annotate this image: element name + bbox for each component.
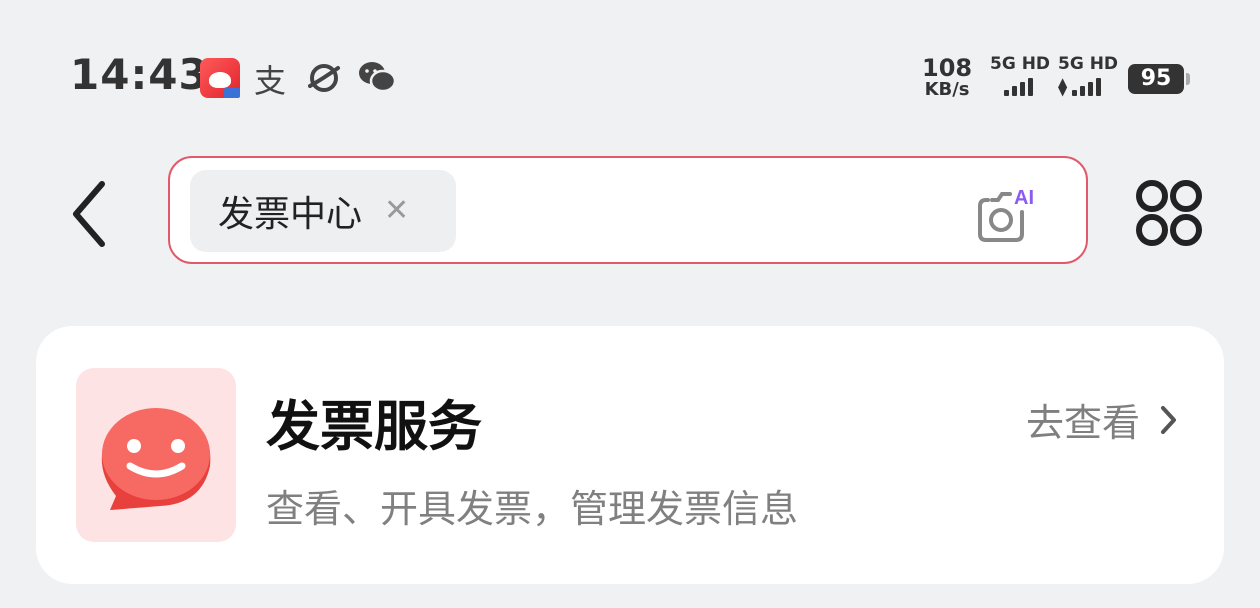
- chat-face-icon: [101, 408, 211, 510]
- more-button[interactable]: [1134, 178, 1206, 250]
- network-speed-unit: KB/s: [924, 79, 970, 100]
- search-chip-label: 发票中心: [218, 194, 363, 235]
- network-speed-value: 108: [922, 54, 973, 82]
- wechat-icon: [359, 62, 396, 93]
- view-link-label: 去查看: [1025, 401, 1140, 445]
- sim1-signal: 5G HD: [990, 54, 1050, 96]
- service-icon-tile: [76, 368, 236, 542]
- close-icon[interactable]: ✕: [384, 196, 409, 226]
- search-bar[interactable]: 发票中心 ✕ AI: [168, 156, 1088, 264]
- planet-icon: [308, 64, 340, 92]
- chevron-right-icon: [1161, 405, 1176, 434]
- network-speed: 108 KB/s: [922, 56, 972, 100]
- view-link[interactable]: 去查看: [1026, 392, 1178, 447]
- back-button[interactable]: [62, 176, 118, 252]
- news-app-icon: [200, 58, 240, 98]
- search-chip[interactable]: 发票中心 ✕: [190, 170, 456, 252]
- status-bar: 14:43 支 108 KB/s 5G HD 5G HD ▲ ▼ 95: [0, 0, 1260, 150]
- service-title: 发票服务: [266, 395, 482, 458]
- chevron-left-icon: [73, 181, 105, 247]
- battery-icon: 95: [1128, 64, 1190, 94]
- sim2-signal: 5G HD ▲ ▼: [1058, 54, 1119, 98]
- service-description: 查看、开具发票，管理发票信息: [266, 487, 799, 531]
- status-time: 14:43: [70, 50, 209, 99]
- ai-camera-icon: AI: [978, 187, 1034, 242]
- signal-bars-icon: ▲ ▼: [1058, 75, 1118, 98]
- sim1-label: 5G HD: [990, 54, 1051, 74]
- alipay-icon: 支: [254, 62, 287, 100]
- ai-badge: AI: [1014, 187, 1034, 209]
- invoice-service-card[interactable]: 发票服务 查看、开具发票，管理发票信息 去查看: [36, 326, 1224, 584]
- sim2-label: 5G HD: [1058, 54, 1119, 74]
- data-arrows-icon: ▲ ▼: [1058, 75, 1068, 98]
- ai-camera-button[interactable]: AI: [976, 182, 1046, 246]
- four-circles-icon: [1136, 180, 1202, 246]
- signal-bars-icon: [990, 78, 1050, 96]
